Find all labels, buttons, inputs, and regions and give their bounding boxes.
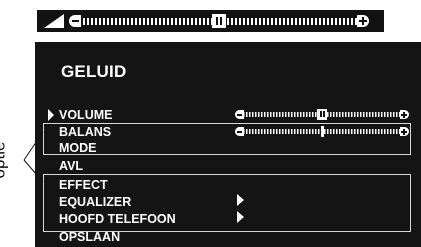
menu-item-label: BALANS xyxy=(59,125,112,139)
menu-item-label: EFFECT xyxy=(59,178,108,192)
menu-item-label: VOLUME xyxy=(59,108,113,122)
option-annotation: optie xyxy=(0,128,22,190)
menu-item-label: AVL xyxy=(59,159,84,173)
annotation-leader-lines xyxy=(23,131,44,183)
menu-item-label: EQUALIZER xyxy=(59,195,132,209)
slider-thumb[interactable] xyxy=(317,109,327,120)
menu-item-opslaan[interactable]: OPSLAAN xyxy=(59,230,120,244)
menu-title: GELUID xyxy=(61,62,127,81)
menu-item-hoofd-telefoon[interactable]: HOOFD TELEFOON xyxy=(59,212,176,226)
menu-item-label: HOOFD TELEFOON xyxy=(59,212,176,226)
menu-item-volume[interactable]: VOLUME xyxy=(48,108,113,122)
balance-slider[interactable] xyxy=(235,126,409,137)
submenu-arrow-icon[interactable] xyxy=(237,211,244,223)
sound-menu-panel: GELUID VOLUME BALANS MODE AVL EFFECT EQU… xyxy=(35,42,421,247)
menu-item-effect[interactable]: EFFECT xyxy=(59,178,108,192)
submenu-arrow-icon[interactable] xyxy=(237,194,244,206)
menu-item-balans[interactable]: BALANS xyxy=(59,125,111,139)
menu-item-label: OPSLAAN xyxy=(59,230,121,244)
slider-increase-icon[interactable] xyxy=(400,110,409,119)
volume-slider-thumb[interactable] xyxy=(212,14,226,28)
side-label: optie xyxy=(0,141,9,179)
menu-item-mode[interactable]: MODE xyxy=(59,141,97,155)
menu-item-avl[interactable]: AVL xyxy=(59,159,83,173)
volume-slider[interactable] xyxy=(235,109,409,120)
volume-increase-icon[interactable] xyxy=(357,15,369,27)
slider-thumb[interactable] xyxy=(320,126,324,137)
volume-bar[interactable] xyxy=(37,10,384,32)
menu-item-label: MODE xyxy=(59,141,97,155)
slider-increase-icon[interactable] xyxy=(400,127,409,136)
menu-item-equalizer[interactable]: EQUALIZER xyxy=(59,195,131,209)
